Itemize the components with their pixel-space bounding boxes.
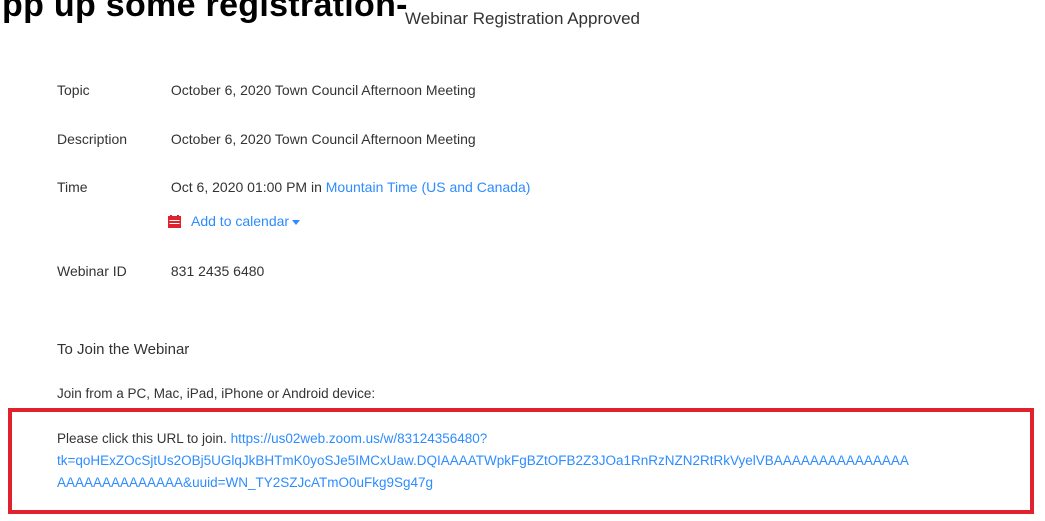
webinar-id-value: 831 2435 6480	[170, 263, 265, 279]
calendar-icon	[168, 214, 181, 228]
time-row: Time Oct 6, 2020 01:00 PM in Mountain Ti…	[57, 179, 530, 195]
join-heading: To Join the Webinar	[57, 341, 190, 358]
page-title: Webinar Registration Approved	[405, 9, 640, 28]
topic-value: October 6, 2020 Town Council Afternoon M…	[170, 82, 476, 98]
topic-label: Topic	[57, 82, 90, 98]
join-url-line-1: Please click this URL to join. https://u…	[57, 428, 1037, 450]
chevron-down-icon	[292, 219, 301, 225]
join-url-link-part-3[interactable]: AAAAAAAAAAAAAA&uuid=WN_TY2SZJcATmO0uFkg9…	[57, 472, 1037, 494]
time-text: Oct 6, 2020 01:00 PM in	[170, 179, 322, 195]
registration-approved-page: pp up some registration- Webinar Registr…	[0, 0, 1045, 521]
join-instruction: Please click this URL to join.	[57, 431, 227, 446]
time-label: Time	[57, 179, 88, 195]
webinar-id-row: Webinar ID 831 2435 6480	[57, 263, 264, 279]
description-value: October 6, 2020 Town Council Afternoon M…	[170, 131, 476, 147]
add-to-calendar-button[interactable]: Add to calendar	[168, 213, 301, 229]
topic-row: Topic October 6, 2020 Town Council After…	[57, 82, 476, 98]
timezone-link[interactable]: Mountain Time (US and Canada)	[326, 179, 531, 195]
join-url-link-part-1[interactable]: https://us02web.zoom.us/w/83124356480?	[231, 431, 488, 446]
description-label: Description	[57, 131, 128, 147]
join-url-block: Please click this URL to join. https://u…	[57, 428, 1037, 494]
join-devices-text: Join from a PC, Mac, iPad, iPhone or And…	[57, 386, 376, 401]
description-row: Description October 6, 2020 Town Council…	[57, 131, 476, 147]
add-to-calendar-label: Add to calendar	[191, 213, 290, 229]
webinar-id-label: Webinar ID	[57, 263, 127, 279]
join-url-link-part-2[interactable]: tk=qoHExZOcSjtUs2OBj5UGlqJkBHTmK0yoSJe5I…	[57, 450, 1037, 472]
time-value: Oct 6, 2020 01:00 PM in Mountain Time (U…	[171, 179, 531, 195]
